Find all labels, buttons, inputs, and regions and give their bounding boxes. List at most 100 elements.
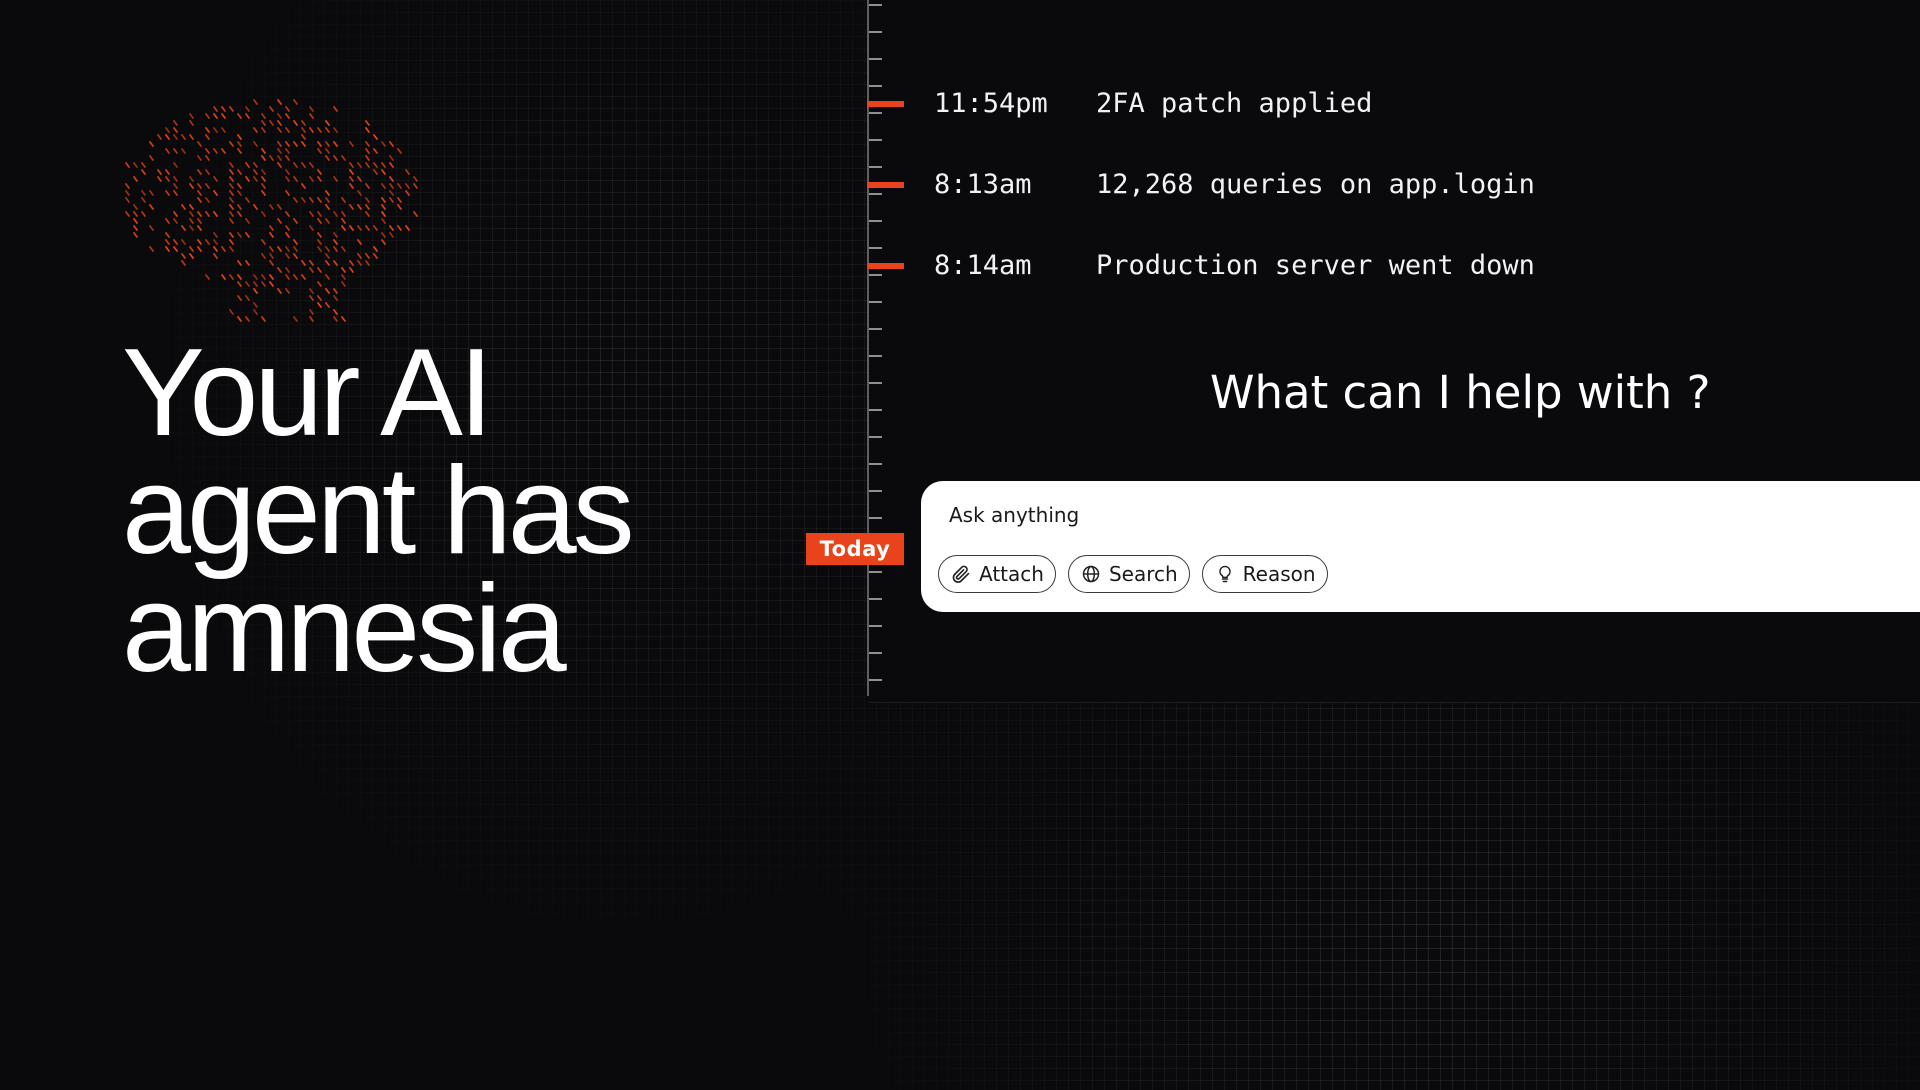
logo-stroke — [205, 155, 210, 161]
logo-stroke — [245, 316, 250, 322]
logo-stroke — [317, 239, 322, 245]
logo-stroke — [229, 141, 234, 147]
logo-stroke — [349, 183, 354, 189]
logo-stroke — [173, 190, 178, 196]
logo-stroke — [213, 239, 218, 245]
logo-stroke — [285, 211, 290, 217]
logo-stroke — [333, 141, 338, 147]
reason-button[interactable]: Reason — [1201, 555, 1328, 593]
event-text: 12,268 queries on app.login — [1096, 169, 1535, 200]
logo-stroke — [357, 239, 362, 245]
logo-stroke — [149, 190, 154, 196]
logo-stroke — [253, 302, 258, 308]
logo-stroke — [261, 274, 266, 280]
logo-stroke — [133, 162, 138, 168]
logo-stroke — [165, 127, 170, 133]
logo-stroke — [333, 246, 338, 252]
timeline-tick — [869, 247, 882, 249]
logo-stroke — [341, 274, 346, 280]
logo-stroke — [325, 204, 330, 210]
logo-stroke — [269, 120, 274, 126]
logo-stroke — [229, 232, 234, 238]
logo-stroke — [205, 169, 210, 175]
logo-stroke — [373, 246, 378, 252]
timeline-tick — [869, 328, 882, 330]
logo-stroke — [365, 155, 370, 161]
logo-stroke — [213, 253, 218, 259]
logo-stroke — [213, 176, 218, 182]
logo-stroke — [181, 225, 186, 231]
timeline-tick — [869, 220, 882, 222]
logo-stroke — [205, 197, 210, 203]
logo-stroke — [389, 155, 394, 161]
logo-stroke — [149, 204, 154, 210]
logo-stroke — [285, 267, 290, 273]
logo-stroke — [413, 183, 418, 189]
logo-stroke — [357, 225, 362, 231]
logo-stroke — [309, 162, 314, 168]
logo-stroke — [293, 218, 298, 224]
logo-stroke — [261, 127, 266, 133]
logo-stroke — [205, 239, 210, 245]
logo-stroke — [237, 134, 242, 140]
logo-stroke — [125, 211, 130, 217]
logo-stroke — [229, 309, 234, 315]
logo-stroke — [373, 253, 378, 259]
logo-stroke — [189, 176, 194, 182]
logo-stroke — [389, 232, 394, 238]
logo-stroke — [277, 204, 282, 210]
attach-label: Attach — [979, 562, 1044, 586]
timeline-tick — [869, 517, 882, 519]
logo-stroke — [261, 239, 266, 245]
logo-stroke — [221, 106, 226, 112]
logo-stroke — [261, 155, 266, 161]
logo-stroke — [245, 176, 250, 182]
logo-stroke — [405, 169, 410, 175]
timeline-tick — [869, 409, 882, 411]
logo-stroke — [333, 288, 338, 294]
timeline-tick — [869, 139, 882, 141]
logo-stroke — [229, 183, 234, 189]
logo-stroke — [397, 204, 402, 210]
logo-stroke — [309, 267, 314, 273]
logo-stroke — [197, 183, 202, 189]
logo-stroke — [285, 141, 290, 147]
logo-stroke — [221, 113, 226, 119]
logo-stroke — [389, 225, 394, 231]
logo-stroke — [349, 267, 354, 273]
timeline-tick — [869, 598, 882, 600]
logo-stroke — [229, 218, 234, 224]
search-button[interactable]: Search — [1067, 555, 1190, 593]
logo-stroke — [229, 211, 234, 217]
logo-stroke — [261, 253, 266, 259]
logo-stroke — [261, 148, 266, 154]
logo-stroke — [365, 197, 370, 203]
logo-stroke — [237, 281, 242, 287]
timeline-event: 8:14am Production server went down — [934, 250, 1535, 281]
logo-stroke — [213, 211, 218, 217]
logo-stroke — [309, 211, 314, 217]
logo-stroke — [253, 169, 258, 175]
logo-stroke — [213, 113, 218, 119]
logo-stroke — [237, 295, 242, 301]
attach-button[interactable]: Attach — [938, 555, 1056, 593]
logo-stroke — [181, 253, 186, 259]
logo-stroke — [341, 267, 346, 273]
logo-stroke — [245, 113, 250, 119]
logo-stroke — [245, 260, 250, 266]
logo-stroke — [245, 106, 250, 112]
logo-stroke — [213, 127, 218, 133]
logo-stroke — [197, 239, 202, 245]
logo-stroke — [189, 253, 194, 259]
event-marker — [867, 263, 904, 269]
logo-stroke — [309, 309, 314, 315]
event-time: 11:54pm — [934, 88, 1048, 119]
logo-stroke — [197, 225, 202, 231]
logo-stroke — [213, 232, 218, 238]
logo-stroke — [309, 127, 314, 133]
logo-stroke — [261, 281, 266, 287]
logo-stroke — [245, 295, 250, 301]
chat-input[interactable] — [949, 503, 1749, 527]
logo-stroke — [141, 162, 146, 168]
paperclip-icon — [952, 565, 970, 583]
